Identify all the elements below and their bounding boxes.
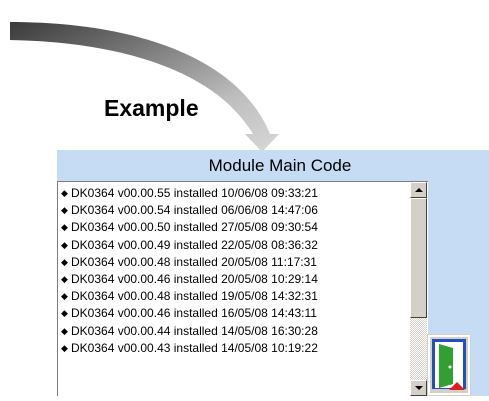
arrow-up-icon bbox=[414, 188, 423, 192]
callout-arrow-body bbox=[10, 22, 279, 152]
example-caption: Example bbox=[104, 95, 199, 121]
list-item-text: DK0364 v00.00.50 installed 27/05/08 09:3… bbox=[71, 220, 318, 235]
list-item[interactable]: ◆ DK0364 v00.00.48 installed 20/05/08 11:… bbox=[61, 254, 413, 271]
scrollbar-thumb[interactable] bbox=[410, 198, 427, 318]
list-item[interactable]: ◆ DK0364 v00.00.54 installed 06/06/08 14:… bbox=[61, 202, 413, 219]
list-item[interactable]: ◆ DK0364 v00.00.50 installed 27/05/08 09:… bbox=[61, 219, 413, 236]
module-list: ◆ DK0364 v00.00.55 installed 10/06/08 09:… bbox=[58, 182, 413, 357]
diamond-bullet-icon: ◆ bbox=[61, 291, 68, 302]
diamond-bullet-icon: ◆ bbox=[61, 325, 68, 336]
diamond-bullet-icon: ◆ bbox=[61, 222, 68, 233]
list-item-text: DK0364 v00.00.44 installed 14/05/08 16:3… bbox=[71, 323, 318, 338]
diamond-bullet-icon: ◆ bbox=[61, 188, 68, 198]
list-item[interactable]: ◆ DK0364 v00.00.44 installed 14/05/08 16:… bbox=[61, 323, 413, 340]
arrow-down-icon bbox=[414, 386, 423, 390]
diamond-bullet-icon: ◆ bbox=[61, 342, 68, 353]
list-item-text: DK0364 v00.00.49 installed 22/05/08 08:3… bbox=[71, 237, 318, 252]
diamond-bullet-icon: ◆ bbox=[61, 273, 68, 284]
exit-door-icon bbox=[427, 334, 471, 396]
diamond-bullet-icon: ◆ bbox=[61, 205, 68, 216]
list-item-text: DK0364 v00.00.48 installed 19/05/08 14:3… bbox=[71, 289, 318, 304]
panel-title: Module Main Code bbox=[208, 156, 352, 175]
module-list-box[interactable]: ◆ DK0364 v00.00.55 installed 10/06/08 09:… bbox=[57, 181, 428, 396]
list-item[interactable]: ◆ DK0364 v00.00.49 installed 22/05/08 08:… bbox=[61, 237, 413, 254]
list-item[interactable]: ◆ DK0364 v00.00.46 installed 20/05/08 10:… bbox=[61, 271, 413, 288]
list-item-text: DK0364 v00.00.43 installed 14/05/08 10:1… bbox=[71, 340, 318, 355]
exit-button[interactable] bbox=[427, 334, 471, 396]
list-item-text: DK0364 v00.00.48 installed 20/05/08 11:1… bbox=[71, 254, 317, 269]
diamond-bullet-icon: ◆ bbox=[61, 256, 68, 267]
list-item-text: DK0364 v00.00.46 installed 20/05/08 10:2… bbox=[71, 271, 318, 286]
list-item-text: DK0364 v00.00.54 installed 06/06/08 14:4… bbox=[71, 203, 318, 218]
list-item-text: DK0364 v00.00.46 installed 16/05/08 14:4… bbox=[71, 306, 317, 321]
module-main-code-panel: Module Main Code ◆ DK0364 v00.00.55 insta… bbox=[57, 150, 489, 396]
diamond-bullet-icon: ◆ bbox=[61, 308, 68, 319]
vertical-scrollbar[interactable] bbox=[410, 182, 427, 396]
scroll-down-button[interactable] bbox=[410, 380, 427, 396]
diamond-bullet-icon: ◆ bbox=[61, 239, 68, 250]
list-item[interactable]: ◆ DK0364 v00.00.46 installed 16/05/08 14:… bbox=[61, 305, 413, 322]
list-item[interactable]: ◆ DK0364 v00.00.48 installed 19/05/08 14:… bbox=[61, 288, 413, 305]
scroll-up-button[interactable] bbox=[410, 182, 427, 198]
list-item-text: DK0364 v00.00.55 installed 10/06/08 09:3… bbox=[71, 186, 318, 200]
list-item[interactable]: ◆ DK0364 v00.00.55 installed 10/06/08 09:… bbox=[61, 185, 413, 202]
list-item[interactable]: ◆ DK0364 v00.00.43 installed 14/05/08 10:… bbox=[61, 340, 413, 357]
